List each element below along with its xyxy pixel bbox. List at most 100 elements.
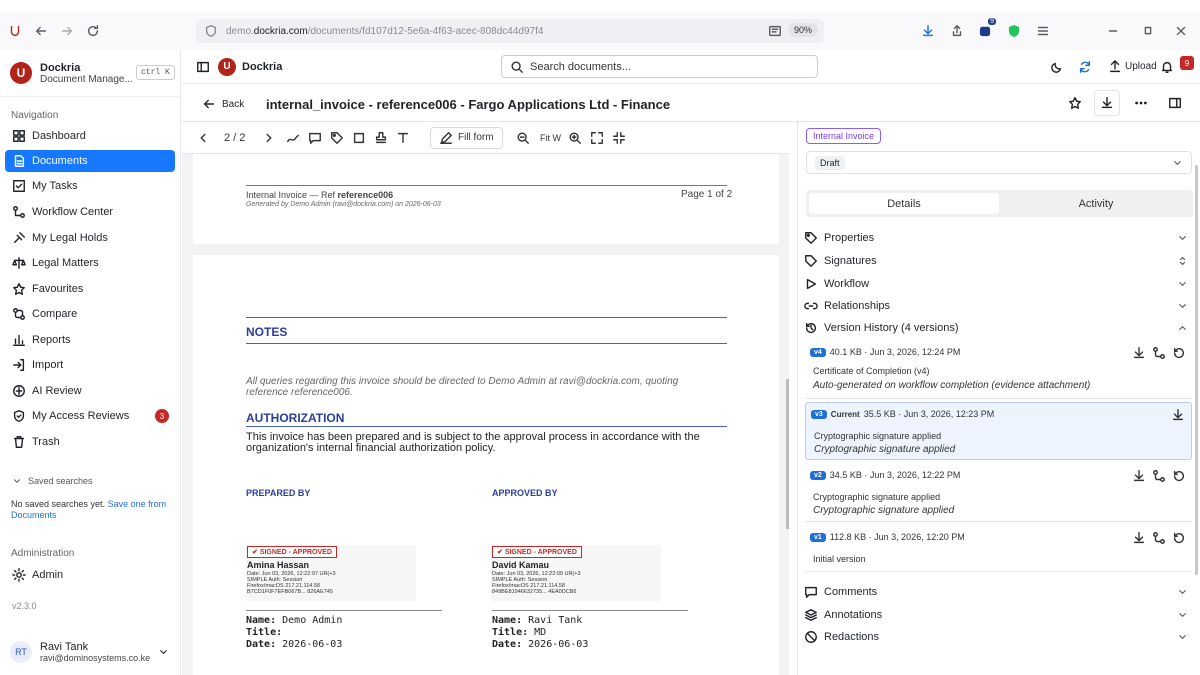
sidebar-item-admin[interactable]: Admin — [5, 564, 175, 586]
panel-toggle-icon[interactable] — [1168, 96, 1182, 110]
sidebar-toggle-icon[interactable] — [196, 60, 210, 74]
download-icon[interactable] — [1171, 408, 1185, 422]
minimize-icon[interactable] — [1100, 18, 1126, 44]
next-page-icon[interactable] — [262, 131, 276, 145]
reload-icon[interactable] — [80, 18, 106, 44]
history-icon — [804, 321, 818, 335]
zoom-in-icon[interactable] — [568, 131, 582, 145]
restore-version-icon[interactable] — [1172, 346, 1186, 360]
url-bar[interactable]: demo.dockria.com/documents/fd107d12-5e6a… — [196, 19, 824, 43]
version-badge: v4 — [810, 347, 826, 357]
panel-scrollbar[interactable] — [1195, 165, 1198, 575]
tab-activity[interactable]: Activity — [1001, 193, 1191, 214]
download-icon[interactable] — [1132, 469, 1146, 483]
signature-details: Date: Jun 03, 2026, 12:22:09 UR(+3 SIMPLE… — [492, 571, 581, 595]
reader-view-icon[interactable] — [768, 24, 782, 38]
version-item-v2[interactable]: v2 34.5 KB · Jun 3, 2026, 12:22 PM Crypto… — [805, 464, 1192, 522]
sidebar-item-import[interactable]: Import — [5, 354, 175, 376]
section-annotations[interactable]: Annotations — [804, 606, 1192, 624]
zoom-out-icon[interactable] — [516, 131, 530, 145]
upload-button[interactable]: Upload — [1108, 59, 1157, 74]
prev-page-icon[interactable] — [196, 131, 210, 145]
section-relationships[interactable]: Relationships — [804, 297, 1192, 315]
section-redactions[interactable]: Redactions — [804, 628, 1192, 646]
vpn-shield-icon[interactable] — [1001, 18, 1027, 44]
stamp-icon[interactable] — [374, 131, 388, 145]
bell-icon[interactable] — [1160, 60, 1174, 74]
sidebar-item-documents[interactable]: Documents — [5, 150, 175, 172]
sync-icon[interactable] — [1078, 60, 1092, 74]
tab-details[interactable]: Details — [809, 193, 999, 214]
draw-icon[interactable] — [286, 131, 300, 145]
sidebar-item-my-access-reviews[interactable]: My Access Reviews 3 — [5, 405, 175, 427]
ban-icon — [804, 630, 818, 644]
comment-icon[interactable] — [308, 131, 322, 145]
zoom-level[interactable]: 90% — [787, 23, 818, 37]
section-comments[interactable]: Comments — [804, 583, 1192, 601]
fill-form-button[interactable]: Fill form — [430, 126, 503, 149]
document-viewer[interactable]: Internal Invoice — Ref reference006 Page… — [182, 154, 789, 675]
compare-icon — [12, 307, 26, 321]
details-panel: Internal Invoice Draft Details Activity … — [797, 122, 1200, 675]
signed-approved-badge: ✔ SIGNED - APPROVED — [492, 546, 582, 558]
compare-icon[interactable] — [1152, 346, 1166, 360]
signature-stamp-right: ✔ SIGNED - APPROVED David Kamau Date: Ju… — [491, 545, 661, 601]
text-icon[interactable] — [396, 131, 410, 145]
sidebar-item-favourites[interactable]: Favourites — [5, 278, 175, 300]
search-input[interactable]: Search documents... — [501, 55, 818, 78]
section-signatures[interactable]: Signatures — [804, 252, 1192, 270]
browser-tab-logo-icon[interactable] — [2, 18, 28, 44]
sidebar-item-dashboard[interactable]: Dashboard — [5, 125, 175, 147]
menu-icon[interactable] — [1030, 18, 1056, 44]
rectangle-icon[interactable] — [352, 131, 366, 145]
download-icon[interactable] — [915, 18, 941, 44]
section-version-history[interactable]: Version History (4 versions) — [804, 319, 1192, 337]
version-item-v4[interactable]: v4 40.1 KB · Jun 3, 2026, 12:24 PM Certif… — [805, 341, 1192, 399]
grid-icon — [12, 129, 26, 143]
sidebar-item-workflow-center[interactable]: Workflow Center — [5, 201, 175, 223]
download-icon[interactable] — [1132, 346, 1146, 360]
tag-icon[interactable] — [330, 131, 344, 145]
sidebar-item-reports[interactable]: Reports — [5, 329, 175, 351]
collapse-icon[interactable] — [612, 131, 626, 145]
fit-width-button[interactable]: Fit W — [540, 133, 561, 143]
chevron-up-icon — [1177, 321, 1188, 335]
status-select[interactable]: Draft — [806, 151, 1192, 174]
forward-arrow-icon[interactable] — [54, 18, 80, 44]
sidebar-item-my-legal-holds[interactable]: My Legal Holds — [5, 227, 175, 249]
shield-check-icon — [12, 409, 26, 423]
saved-searches-empty: No saved searches yet. Save one from Doc… — [11, 499, 167, 520]
restore-version-icon[interactable] — [1172, 469, 1186, 483]
compare-icon[interactable] — [1152, 531, 1166, 545]
moon-icon[interactable] — [1050, 60, 1064, 74]
saved-searches-toggle[interactable]: Saved searches — [12, 476, 93, 486]
download-button[interactable] — [1094, 90, 1120, 116]
fullscreen-icon[interactable] — [590, 131, 604, 145]
sidebar-item-compare[interactable]: Compare — [5, 303, 175, 325]
brand[interactable]: U Dockria Document Manage... ctrl K — [0, 50, 180, 97]
section-workflow[interactable]: Workflow — [804, 275, 1192, 293]
gear-icon — [12, 568, 26, 582]
chevron-down-icon — [1177, 608, 1188, 622]
viewer-scrollbar[interactable] — [786, 379, 789, 529]
restore-icon[interactable] — [1135, 18, 1161, 44]
section-properties[interactable]: Properties — [804, 229, 1192, 247]
version-item-v3[interactable]: v3 Current 35.5 KB · Jun 3, 2026, 12:23 PM… — [805, 402, 1192, 460]
sidebar-item-my-tasks[interactable]: My Tasks — [5, 175, 175, 197]
sidebar-item-trash[interactable]: Trash — [5, 431, 175, 453]
star-icon[interactable] — [1068, 96, 1082, 110]
download-icon[interactable] — [1132, 531, 1146, 545]
sidebar-item-ai-review[interactable]: AI Review — [5, 380, 175, 402]
share-icon[interactable] — [944, 18, 970, 44]
back-button[interactable]: Back — [202, 97, 244, 111]
compare-icon[interactable] — [1152, 469, 1166, 483]
restore-version-icon[interactable] — [1172, 531, 1186, 545]
more-icon[interactable] — [1134, 96, 1148, 110]
extension-icon[interactable]: 9 — [972, 18, 998, 44]
star-icon — [12, 282, 26, 296]
close-icon[interactable] — [1168, 18, 1194, 44]
user-menu[interactable]: RT Ravi Tank ravi@dominosystems.co.ke — [0, 629, 181, 675]
sidebar-item-legal-matters[interactable]: Legal Matters — [5, 252, 175, 274]
version-item-v1[interactable]: v1 112.8 KB · Jun 3, 2026, 12:20 PM Initi… — [805, 526, 1192, 572]
back-arrow-icon[interactable] — [28, 18, 54, 44]
